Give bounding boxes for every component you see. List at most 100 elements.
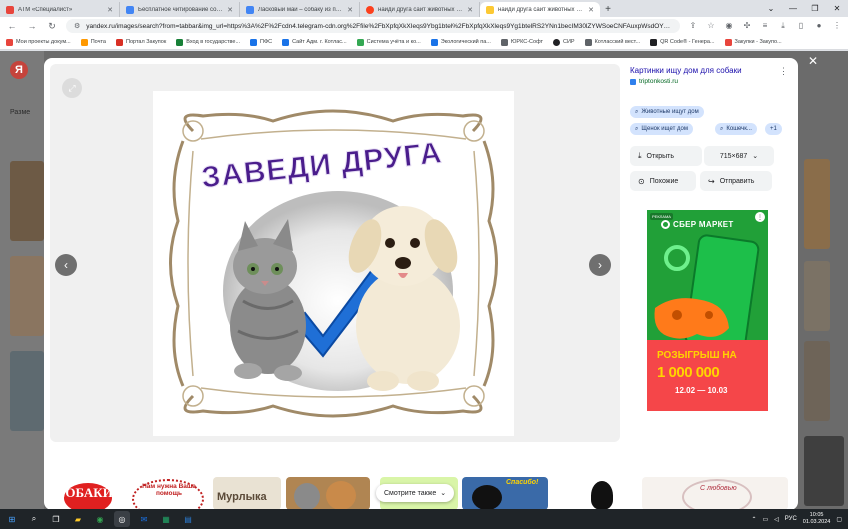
similar-thumbnail[interactable]	[286, 477, 370, 510]
download-icon[interactable]: ⤓	[778, 21, 788, 31]
close-icon[interactable]: ✕	[588, 6, 594, 14]
bookmark-10[interactable]: СИР	[553, 38, 575, 46]
close-icon[interactable]: ✕	[107, 6, 113, 14]
image-size-select[interactable]: 715×687 ⌄	[704, 146, 774, 166]
windows-taskbar: ⊞ ⌕ ❐ ▰ ◉ ◎ ✉ ▦ ▤ ⌃ ▭ ◁ РУС 10:05 01.03.…	[0, 509, 848, 529]
fullscreen-icon[interactable]: ⤢	[62, 78, 82, 98]
tab-4[interactable]: найди друга сайт животных соб ✕	[360, 2, 480, 17]
bookmark-2[interactable]: Почта	[80, 38, 106, 46]
similar-thumbnail[interactable]: Нам нужна Ваша помощь	[128, 477, 208, 510]
chrome-icon[interactable]: ◉	[92, 511, 108, 527]
tab-1[interactable]: АТМ «Специалист» ✕	[0, 2, 120, 17]
network-icon[interactable]: ▭	[762, 516, 768, 523]
extension-icon[interactable]: ◉	[724, 21, 734, 31]
image-title-link[interactable]: Картинки ищу дом для собаки	[630, 66, 742, 75]
similar-thumbnail[interactable]	[553, 477, 637, 510]
bookmark-7[interactable]: Система учёта и ко...	[356, 38, 421, 46]
language-indicator[interactable]: РУС	[785, 516, 797, 522]
download-icon: ⤓	[638, 151, 642, 160]
back-icon[interactable]: ←	[6, 20, 18, 32]
size-filter[interactable]: Разме	[10, 109, 30, 116]
tab-title: найди друга сайт животных соб	[498, 6, 585, 13]
bookmark-1[interactable]: Мои проекты докум...	[6, 38, 71, 46]
ad-menu-icon[interactable]: ⋮	[755, 212, 765, 222]
bookmark-star-icon[interactable]: ☆	[706, 21, 716, 31]
notifications-icon[interactable]: ▢	[836, 516, 842, 523]
image-stage: ⤢ ‹ › ЗАВЕДИ ДРУГА	[50, 64, 620, 442]
forward-icon[interactable]: →	[26, 20, 38, 32]
search-icon[interactable]: ⌕	[26, 511, 42, 527]
more-tags-chip[interactable]: +1	[765, 123, 782, 135]
address-bar[interactable]: ⚙ yandex.ru/images/search?from=tabbar&im…	[66, 19, 680, 33]
word-icon[interactable]: ▤	[180, 511, 196, 527]
similar-thumbnail[interactable]: С любовью	[642, 477, 788, 510]
new-tab-button[interactable]: +	[600, 2, 616, 17]
yandex-browser-icon[interactable]: ◎	[114, 511, 130, 527]
background-thumbnail	[10, 161, 44, 241]
similar-images-strip: СОБАКИ Нам нужна Ваша помощь Мурлыка Спа…	[50, 477, 792, 510]
bookmark-3[interactable]: Портал Закупок	[116, 38, 166, 46]
site-info-icon[interactable]: ⚙	[74, 22, 80, 30]
main-image[interactable]: ЗАВЕДИ ДРУГА	[153, 91, 514, 436]
similar-button[interactable]: ⊙ Похожие	[630, 171, 696, 191]
bookmark-4[interactable]: Вход в государстве...	[176, 38, 240, 46]
close-icon[interactable]: ✕	[467, 6, 473, 14]
ad-dates: 12.02 — 10.03	[675, 386, 728, 395]
thumbnail-label: С любовью	[700, 485, 737, 492]
sidebar-icon[interactable]: ▯	[796, 21, 806, 31]
kebab-menu-icon[interactable]: ⋮	[779, 66, 788, 77]
similar-thumbnail[interactable]: СОБАКИ	[54, 477, 122, 510]
reload-icon[interactable]: ↻	[46, 20, 58, 32]
bookmark-12[interactable]: QR Code® - Генера...	[650, 38, 715, 46]
windows-start-icon[interactable]: ⊞	[4, 511, 20, 527]
similar-thumbnail[interactable]: Мурлыка	[213, 477, 281, 510]
puzzle-icon[interactable]: ✣	[742, 21, 752, 31]
chevron-down-icon[interactable]: ⌄	[760, 0, 782, 16]
bookmark-9[interactable]: ЮРКС-Софт	[500, 38, 543, 46]
previous-image-button[interactable]: ‹	[55, 254, 77, 276]
minimize-icon[interactable]: —	[782, 0, 804, 16]
close-icon[interactable]: ✕	[227, 6, 233, 14]
kebab-menu-icon[interactable]: ⋮	[832, 21, 842, 31]
see-also-button[interactable]: Смотрите также ⌄	[376, 484, 455, 502]
tab-3[interactable]: Ласковый май – собаку из приют ✕	[240, 2, 360, 17]
advertisement-banner[interactable]: РЕКЛАМА ⋮ СБЕР МАРКЕТ РОЗЫГРЫШ НА 1 000 …	[647, 210, 768, 411]
bookmark-favicon	[430, 38, 438, 46]
similar-label: Похожие	[649, 177, 679, 185]
file-explorer-icon[interactable]: ▰	[70, 511, 86, 527]
close-icon[interactable]: ✕	[347, 6, 353, 14]
volume-icon[interactable]: ◁	[774, 516, 779, 523]
maximize-icon[interactable]: ❐	[804, 0, 826, 16]
bookmark-favicon	[650, 38, 658, 46]
next-image-button[interactable]: ›	[589, 254, 611, 276]
bookmark-5[interactable]: ПФС	[250, 38, 273, 46]
share-label: Отправить	[719, 177, 755, 185]
tag-chip[interactable]: ⌕ Кошечк...	[715, 123, 757, 135]
open-image-button[interactable]: ⤓ Открыть	[630, 146, 702, 166]
bookmark-13[interactable]: Закупки - Закупо...	[724, 38, 782, 46]
source-link[interactable]: triptonkosti.ru	[630, 78, 678, 85]
outlook-icon[interactable]: ✉	[136, 511, 152, 527]
bookmark-6[interactable]: Сайт Адм. г. Котлас...	[282, 38, 347, 46]
tab-5-active[interactable]: найди друга сайт животных соб ✕	[480, 2, 600, 17]
excel-icon[interactable]: ▦	[158, 511, 174, 527]
similar-thumbnail[interactable]: Спасибо!	[462, 477, 548, 510]
image-dimensions: 715×687	[719, 152, 748, 160]
task-view-icon[interactable]: ❐	[48, 511, 64, 527]
tab-2[interactable]: Бесплатное читирование собак ✕	[120, 2, 240, 17]
tag-chip[interactable]: ⌕ Щенок ищет дом	[630, 123, 694, 135]
share-icon[interactable]: ⇪	[688, 21, 698, 31]
yandex-logo[interactable]: Я	[10, 61, 28, 79]
bookmark-11[interactable]: Котласский вест...	[584, 38, 640, 46]
reading-list-icon[interactable]: ≡	[760, 21, 770, 31]
bookmark-label: ПФС	[260, 39, 273, 45]
background-thumbnail	[10, 351, 44, 431]
profile-icon[interactable]: ●	[814, 21, 824, 31]
tag-chip[interactable]: ⌕ Животные ищут дом	[630, 106, 704, 118]
close-window-icon[interactable]: ✕	[826, 0, 848, 16]
bookmark-8[interactable]: Экологический па...	[430, 38, 491, 46]
chevron-up-icon[interactable]: ⌃	[751, 516, 756, 523]
clock[interactable]: 10:05 01.03.2024	[803, 512, 831, 526]
close-viewer-icon[interactable]: ✕	[808, 54, 818, 68]
share-button[interactable]: ↪ Отправить	[700, 171, 772, 191]
